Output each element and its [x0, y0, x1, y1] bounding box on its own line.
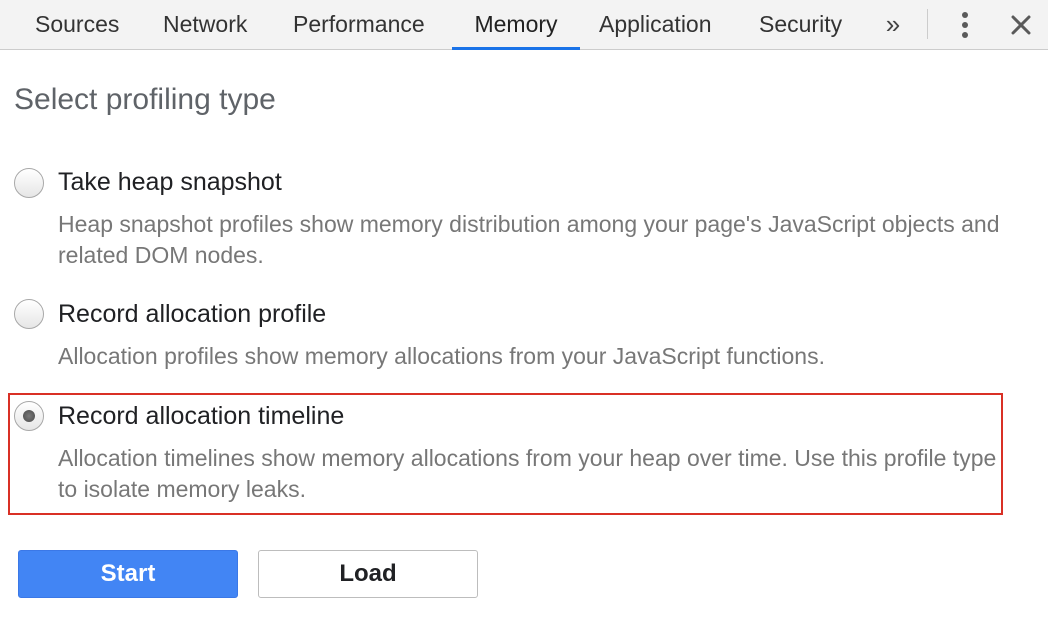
radio-take-heap-snapshot[interactable]	[14, 168, 44, 198]
toolbar-divider	[927, 9, 928, 39]
tab-network[interactable]: Network	[145, 0, 265, 50]
radio-record-allocation-timeline[interactable]	[14, 401, 44, 431]
option-description-allocation-profile: Allocation profiles show memory allocati…	[58, 343, 825, 369]
more-tabs-icon[interactable]: »	[878, 8, 908, 42]
option-label-heap-snapshot[interactable]: Take heap snapshot	[58, 168, 282, 197]
option-description-heap-snapshot: Heap snapshot profiles show memory distr…	[58, 211, 1000, 268]
radio-record-allocation-profile[interactable]	[14, 299, 44, 329]
start-button[interactable]: Start	[18, 550, 238, 598]
option-label-allocation-profile[interactable]: Record allocation profile	[58, 300, 326, 329]
option-description-allocation-timeline: Allocation timelines show memory allocat…	[58, 445, 997, 502]
tab-performance[interactable]: Performance	[275, 0, 443, 50]
tab-memory[interactable]: Memory	[452, 0, 580, 50]
option-label-allocation-timeline[interactable]: Record allocation timeline	[58, 402, 344, 431]
load-button[interactable]: Load	[258, 550, 478, 598]
tab-sources[interactable]: Sources	[17, 0, 137, 50]
tab-application[interactable]: Application	[581, 0, 730, 50]
kebab-menu-icon[interactable]	[950, 8, 980, 42]
devtools-tab-bar: Sources Network Performance Memory Appli…	[0, 0, 1048, 50]
tab-security[interactable]: Security	[741, 0, 860, 50]
page-title: Select profiling type	[14, 83, 276, 116]
close-icon[interactable]	[1004, 8, 1038, 42]
